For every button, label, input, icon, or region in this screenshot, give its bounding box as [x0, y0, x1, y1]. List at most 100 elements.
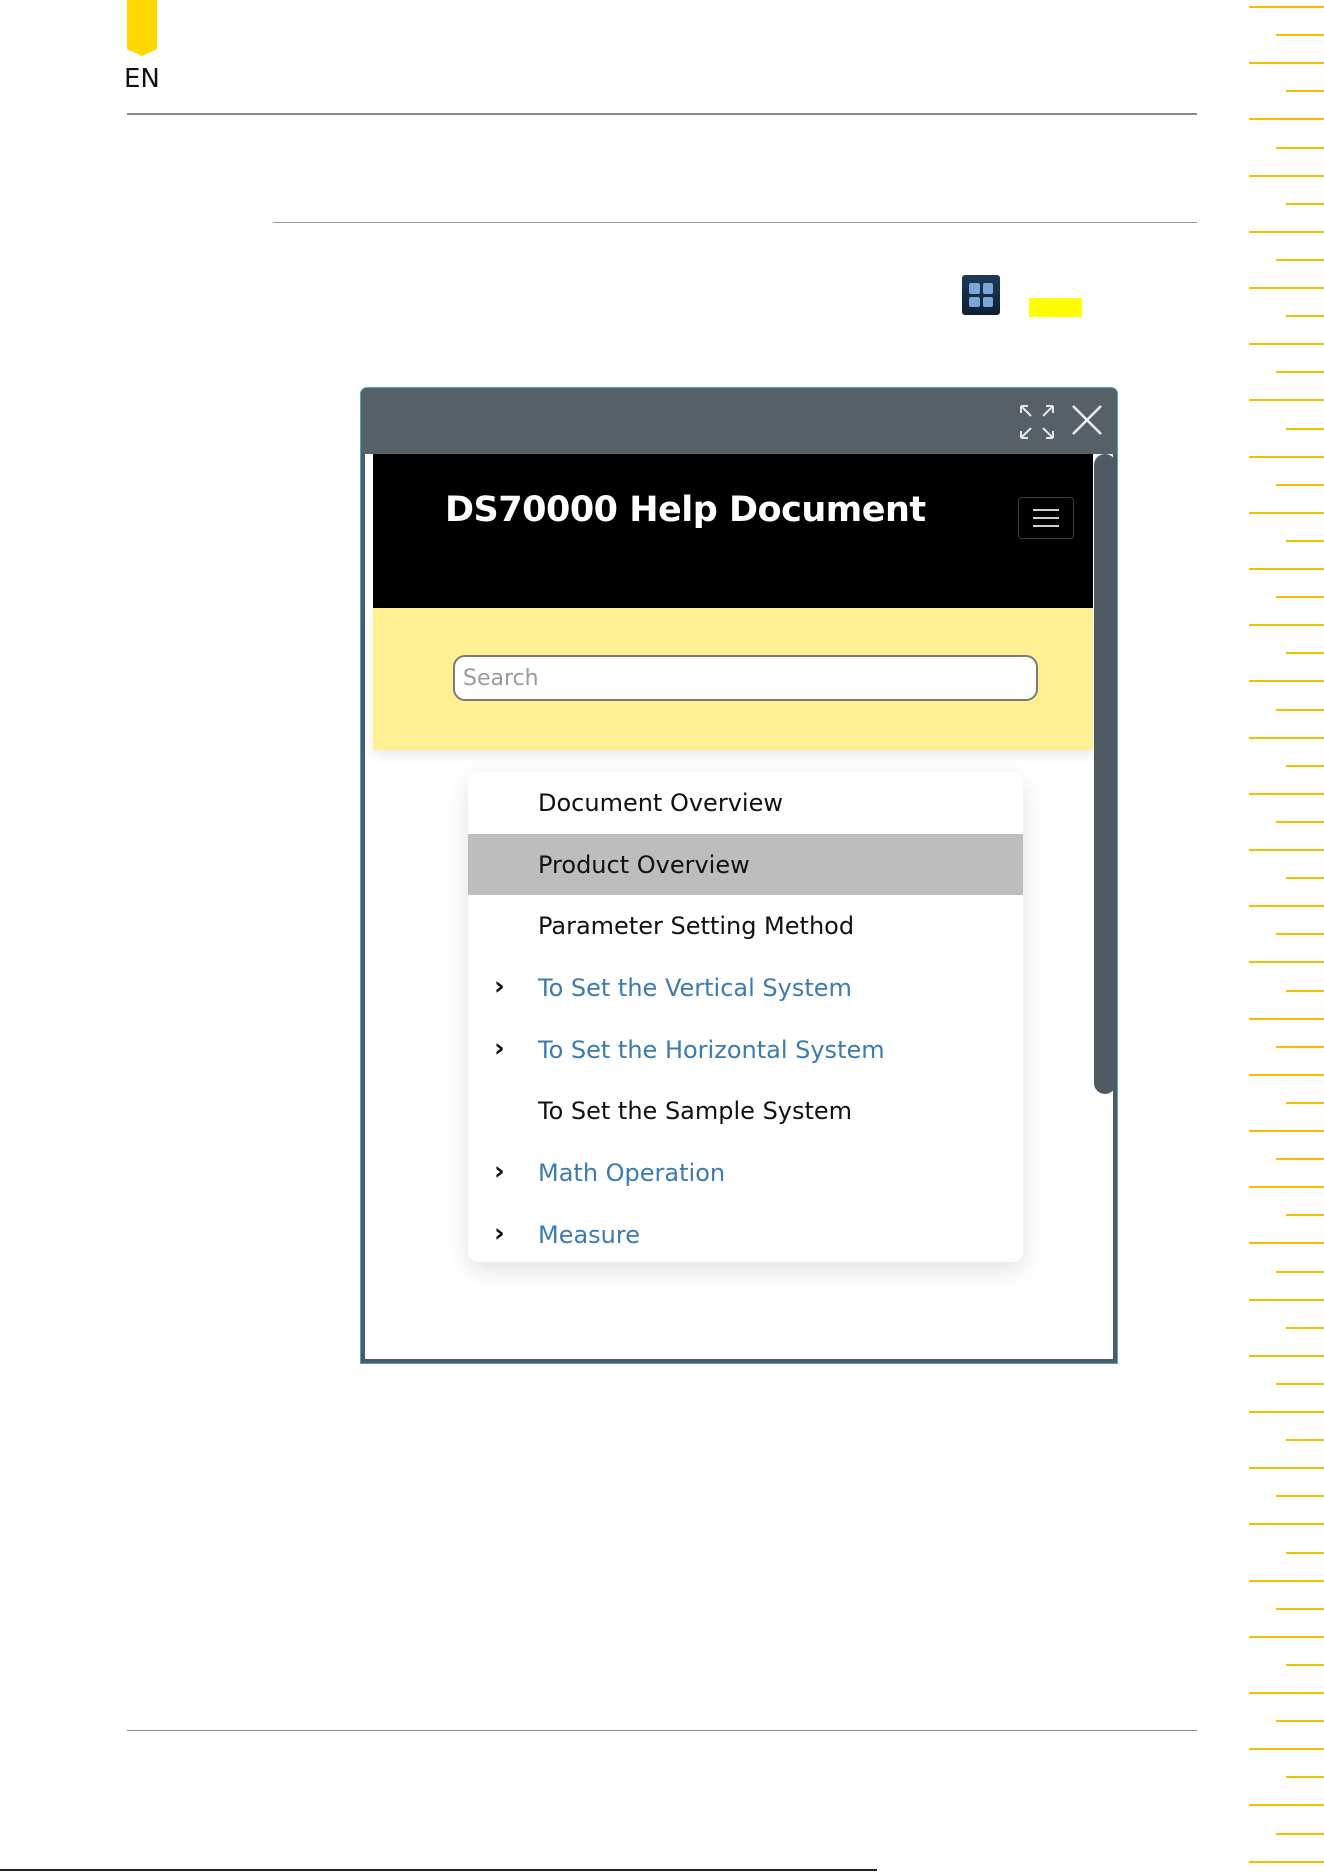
ruler-tick	[1249, 455, 1324, 458]
ruler-tick	[1276, 1832, 1324, 1835]
chevron-right-icon[interactable]: ›	[494, 1033, 505, 1063]
ruler-tick	[1249, 1186, 1324, 1189]
ruler-tick	[1249, 343, 1324, 346]
ruler-tick	[1249, 905, 1324, 908]
ruler-tick	[1249, 6, 1324, 8]
toc-item-label: To Set the Sample System	[538, 1097, 853, 1126]
ruler-tick	[1286, 1551, 1324, 1554]
ruler-tick	[1286, 764, 1324, 767]
search-band	[373, 608, 1093, 750]
ruler-tick	[1249, 174, 1324, 177]
toc-item-label: Product Overview	[538, 850, 750, 879]
ruler-tick	[1276, 1045, 1324, 1048]
ruler-tick	[1249, 736, 1324, 739]
ruler-tick	[1276, 146, 1324, 149]
toc-item[interactable]: › To Set the Vertical System	[468, 957, 1023, 1019]
toc-item-label: Math Operation	[538, 1158, 726, 1187]
page-edge-ruler	[1244, 0, 1324, 1872]
expand-icon[interactable]	[1017, 402, 1057, 442]
footer-divider	[127, 1730, 1197, 1731]
ruler-tick	[1249, 1017, 1324, 1020]
ruler-tick	[1276, 1158, 1324, 1161]
toc-item-label: Measure	[538, 1220, 640, 1249]
ruler-tick	[1286, 315, 1324, 318]
ruler-tick	[1276, 1495, 1324, 1498]
footnote-rule	[0, 1869, 877, 1871]
ruler-tick	[1249, 1467, 1324, 1470]
ruler-tick	[1249, 1242, 1324, 1245]
ruler-tick	[1286, 1439, 1324, 1442]
help-window: DS70000 Help Document Document Overview P…	[361, 388, 1117, 1363]
ruler-tick	[1276, 933, 1324, 936]
chevron-right-icon[interactable]: ›	[494, 971, 505, 1001]
toc-item-label: To Set the Horizontal System	[538, 1035, 885, 1064]
ruler-tick	[1249, 1523, 1324, 1526]
search-input[interactable]	[453, 655, 1038, 701]
section-divider	[273, 222, 1197, 223]
language-label: EN	[124, 64, 160, 94]
ruler-tick	[1286, 877, 1324, 880]
toc-item-label: Parameter Setting Method	[538, 912, 855, 941]
close-icon[interactable]	[1069, 402, 1105, 438]
ruler-tick	[1286, 1214, 1324, 1217]
ruler-tick	[1249, 1579, 1324, 1582]
ruler-tick	[1249, 1748, 1324, 1751]
chevron-right-icon[interactable]: ›	[494, 1218, 505, 1248]
ruler-tick	[1249, 1130, 1324, 1132]
ruler-tick	[1249, 1073, 1324, 1076]
ruler-tick	[1276, 820, 1324, 823]
header-divider	[127, 113, 1197, 115]
toc-item-label: To Set the Vertical System	[538, 973, 852, 1002]
ruler-tick	[1249, 792, 1324, 795]
ruler-tick	[1276, 258, 1324, 261]
hamburger-menu-button[interactable]	[1018, 497, 1074, 539]
help-app-icon	[962, 275, 1000, 315]
window-titlebar	[361, 388, 1117, 454]
scrollbar[interactable]	[1093, 454, 1117, 1360]
ruler-tick	[1249, 624, 1324, 627]
text-highlight-mark	[1029, 298, 1082, 317]
ruler-tick	[1286, 1326, 1324, 1329]
ruler-tick	[1286, 539, 1324, 542]
ruler-tick	[1249, 230, 1324, 233]
ruler-tick	[1249, 399, 1324, 402]
ruler-tick	[1276, 34, 1324, 37]
toc-item[interactable]: › To Set the Horizontal System	[468, 1019, 1023, 1081]
toc-item[interactable]: Document Overview	[468, 772, 1023, 834]
ruler-tick	[1286, 427, 1324, 430]
ruler-tick	[1249, 62, 1324, 65]
ruler-tick	[1249, 1804, 1324, 1807]
ruler-tick	[1249, 1298, 1324, 1301]
ruler-tick	[1249, 287, 1324, 289]
ruler-tick	[1276, 1382, 1324, 1385]
ruler-tick	[1276, 596, 1324, 599]
toc-item[interactable]: To Set the Sample System	[468, 1080, 1023, 1142]
ruler-tick	[1276, 1720, 1324, 1723]
ruler-tick	[1249, 1354, 1324, 1357]
ruler-tick	[1286, 1776, 1324, 1779]
ruler-tick	[1276, 1607, 1324, 1610]
ruler-tick	[1286, 1663, 1324, 1666]
toc-item[interactable]: Product Overview	[468, 833, 1023, 896]
toc-item[interactable]: › Measure	[468, 1204, 1023, 1266]
ruler-tick	[1249, 568, 1324, 570]
help-title: DS70000 Help Document	[445, 490, 926, 530]
ruler-tick	[1286, 202, 1324, 205]
language-tab-marker	[127, 0, 157, 56]
help-header: DS70000 Help Document	[373, 454, 1093, 608]
ruler-tick	[1249, 1860, 1324, 1863]
scrollbar-thumb[interactable]	[1094, 454, 1116, 1094]
ruler-tick	[1276, 708, 1324, 711]
ruler-tick	[1276, 1270, 1324, 1273]
toc-item[interactable]: › Math Operation	[468, 1142, 1023, 1204]
ruler-tick	[1249, 1635, 1324, 1638]
toc-item[interactable]: Parameter Setting Method	[468, 895, 1023, 957]
ruler-tick	[1249, 1411, 1324, 1413]
ruler-tick	[1249, 511, 1324, 514]
ruler-tick	[1286, 1101, 1324, 1104]
ruler-tick	[1249, 118, 1324, 121]
ruler-tick	[1249, 849, 1324, 851]
chevron-right-icon[interactable]: ›	[494, 1156, 505, 1186]
ruler-tick	[1276, 483, 1324, 486]
ruler-tick	[1276, 371, 1324, 374]
